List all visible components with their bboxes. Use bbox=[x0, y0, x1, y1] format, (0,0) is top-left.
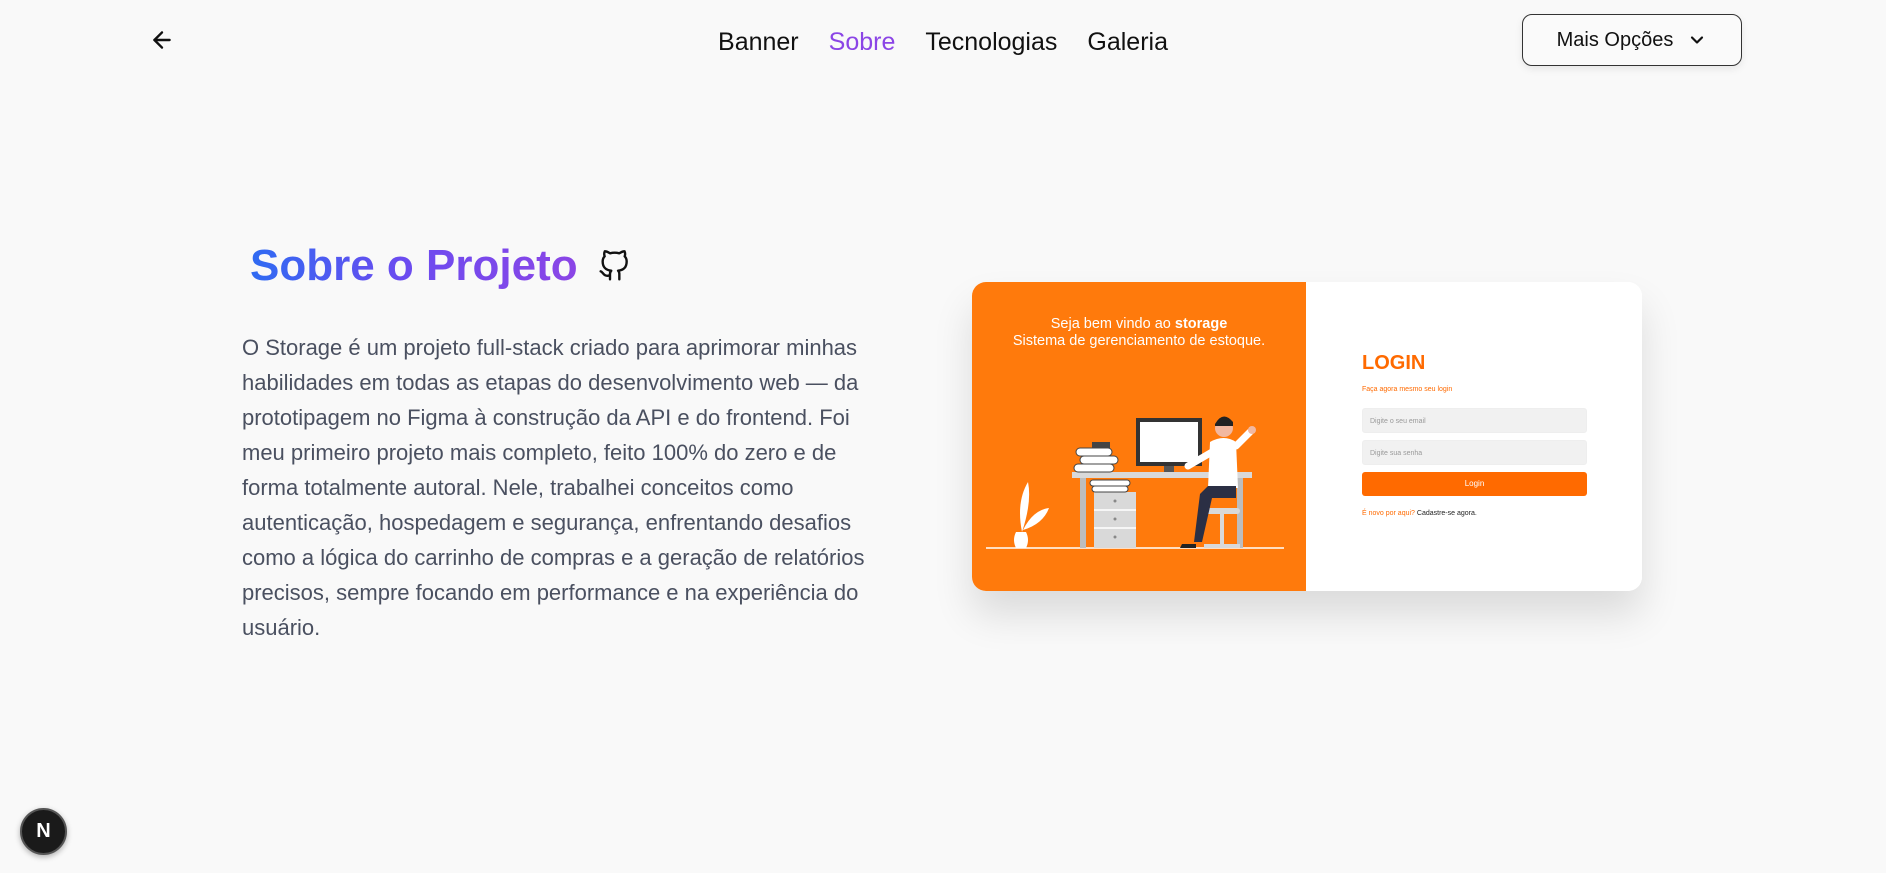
about-description: O Storage é um projeto full-stack criado… bbox=[242, 335, 865, 640]
preview-password-field: Digite sua senha bbox=[1362, 440, 1587, 465]
about-header: Sobre o Projeto bbox=[250, 238, 632, 294]
preview-welcome-text: Seja bem vindo ao storage Sistema de ger… bbox=[1012, 316, 1266, 349]
preview-login-subtitle: Faça agora mesmo seu login bbox=[1362, 386, 1453, 393]
nextjs-dev-indicator[interactable]: N bbox=[20, 808, 67, 855]
preview-signup-prompt: É novo por aqui? Cadastre-se agora. bbox=[1362, 510, 1477, 517]
nav-banner[interactable]: Banner bbox=[718, 24, 799, 60]
nav-sobre[interactable]: Sobre bbox=[829, 24, 896, 60]
project-preview-image: Seja bem vindo ao storage Sistema de ger… bbox=[972, 282, 1642, 591]
preview-login-button: Login bbox=[1362, 472, 1587, 496]
nav-tecnologias[interactable]: Tecnologias bbox=[925, 24, 1057, 60]
page-title: Sobre o Projeto bbox=[250, 238, 578, 294]
preview-login-panel: LOGIN Faça agora mesmo seu login Digite … bbox=[1306, 282, 1642, 591]
more-options-label: Mais Opções bbox=[1556, 28, 1674, 51]
github-icon bbox=[599, 250, 628, 281]
preview-login-title: LOGIN bbox=[1362, 352, 1426, 374]
github-link[interactable] bbox=[596, 248, 632, 284]
preview-email-field: Digite o seu email bbox=[1362, 408, 1587, 433]
preview-welcome-panel: Seja bem vindo ao storage Sistema de ger… bbox=[972, 282, 1306, 591]
more-options-button[interactable]: Mais Opções bbox=[1522, 14, 1742, 66]
nextjs-logo-icon: N bbox=[36, 820, 51, 842]
nav-galeria[interactable]: Galeria bbox=[1087, 24, 1168, 60]
chevron-down-icon bbox=[1691, 36, 1704, 44]
desk-illustration bbox=[986, 416, 1284, 549]
